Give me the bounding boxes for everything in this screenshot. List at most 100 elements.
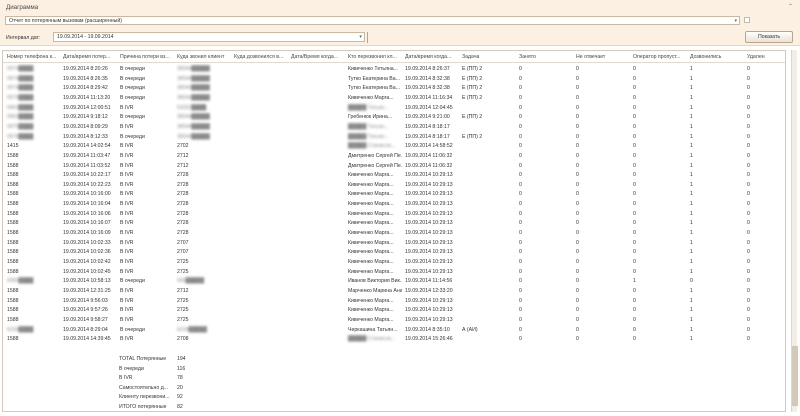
- table-cell: Кивеченко Марга...: [348, 297, 394, 304]
- table-cell: 1: [690, 94, 693, 101]
- table-cell: 19.09.2014 11:03:47: [63, 152, 111, 159]
- table-row[interactable]: 1588 19.09.2014 10:02:45 В IVR 2725 Кивеченк…: [3, 268, 785, 277]
- table-row[interactable]: 0978████ 19.09.2014 8:12:33 В очереди 38044…: [3, 133, 785, 142]
- table-cell: 0: [633, 287, 636, 294]
- report-type-select[interactable]: Отчет по потерянным вызовам (расширенный…: [5, 16, 740, 25]
- table-row[interactable]: 1588 19.09.2014 10:22:17 В IVR 2728 Кивеченк…: [3, 171, 785, 180]
- table-cell: 0: [747, 278, 750, 285]
- table-cell: В IVR: [120, 201, 134, 208]
- table-cell: 1: [690, 326, 693, 333]
- table-row[interactable]: 0974████ 19.09.2014 8:20:26 В очереди 38044…: [3, 65, 785, 74]
- table-cell: 2712: [177, 162, 189, 169]
- table-cell: 0: [633, 336, 636, 343]
- period-field[interactable]: 19.09.2014 - 19.09.2014 ▾: [53, 32, 365, 42]
- table-cell: 2728: [177, 172, 189, 179]
- show-button[interactable]: Показать: [745, 31, 793, 43]
- table-row[interactable]: 1588 19.09.2014 11:03:47 В IVR 2712 Дмитренк…: [3, 152, 785, 161]
- table-cell: 1415: [7, 143, 19, 150]
- table-cell: 19.09.2014 15:26:46: [405, 336, 453, 343]
- table-cell: 38044█████: [177, 85, 210, 92]
- table-row[interactable]: 1588 19.09.2014 12:31:25 В IVR 2712 Марченко…: [3, 287, 785, 296]
- table-row[interactable]: 1588 19.09.2014 10:16:00 В IVR 2728 Кивеченк…: [3, 190, 785, 199]
- table-row[interactable]: 1588 19.09.2014 11:03:52 В IVR 2712 Дмитренк…: [3, 162, 785, 171]
- column-header[interactable]: Не отвечает: [576, 53, 630, 62]
- table-row[interactable]: 1588 19.09.2014 10:16:09 В IVR 2728 Кивеченк…: [3, 229, 785, 238]
- column-header[interactable]: Куда дозвонился в...: [234, 53, 288, 62]
- table-cell: 0: [576, 201, 579, 208]
- table-cell: 0: [519, 85, 522, 92]
- table-cell: 0: [576, 249, 579, 256]
- table-cell: 0990████: [7, 278, 34, 285]
- table-row[interactable]: 0963████ 19.09.2014 9:18:12 В очереди 38044…: [3, 113, 785, 122]
- lost-calls-table: Номер телефона к... Дата/время потер... Пр…: [2, 50, 786, 412]
- table-row[interactable]: 1588 19.09.2014 9:58:27 В IVR 2725 Кивеченко…: [3, 316, 785, 325]
- table-row[interactable]: 0963████ 19.09.2014 12:00:51 В IVR 53262███…: [3, 104, 785, 113]
- table-row[interactable]: 6234████ 19.09.2014 8:29:04 В очереди 6234█…: [3, 326, 785, 335]
- column-header[interactable]: Удален: [747, 53, 777, 62]
- table-row[interactable]: 0974████ 19.09.2014 8:26:35 В очереди 38044…: [3, 75, 785, 84]
- column-header[interactable]: Дата/время когда...: [405, 53, 459, 62]
- table-cell: 0: [519, 191, 522, 198]
- table-row[interactable]: 1588 19.09.2014 10:02:36 В IVR 2707 Кивеченк…: [3, 248, 785, 257]
- table-row[interactable]: 1588 19.09.2014 10:16:04 В IVR 2728 Кивеченк…: [3, 200, 785, 209]
- table-row[interactable]: 1588 19.09.2014 10:16:06 В IVR 2728 Кивеченк…: [3, 210, 785, 219]
- table-row[interactable]: 0979████ 19.09.2014 8:09:29 В IVR 38044████…: [3, 123, 785, 132]
- vertical-scrollbar[interactable]: [791, 50, 798, 412]
- table-cell: 0: [633, 181, 636, 188]
- column-header[interactable]: Дата/время потер...: [63, 53, 117, 62]
- table-cell: 1588: [7, 307, 19, 314]
- table-cell: 0: [747, 162, 750, 169]
- table-cell: 0: [576, 259, 579, 265]
- table-cell: 1: [690, 162, 693, 169]
- table-cell: Черкашина Татьян...: [348, 326, 398, 333]
- table-row[interactable]: 0979████ 19.09.2014 11:13:20 В очереди 3804…: [3, 94, 785, 103]
- column-header[interactable]: Номер телефона к...: [7, 53, 61, 62]
- table-row[interactable]: 1588 19.09.2014 10:16:07 В IVR 2728 Кивеченк…: [3, 219, 785, 228]
- table-cell: В IVR: [120, 316, 134, 323]
- table-cell: Е (ПП) 2: [462, 114, 483, 121]
- table-cell: 1: [690, 259, 693, 265]
- table-cell: 53262████: [177, 104, 207, 111]
- table-cell: 1588: [7, 181, 19, 188]
- table-row[interactable]: 1588 19.09.2014 10:02:42 В IVR 2725 Кивеченк…: [3, 258, 785, 267]
- table-cell: 1588: [7, 239, 19, 246]
- column-header[interactable]: Дата/Время когда...: [291, 53, 345, 62]
- column-header[interactable]: Кто перезвонил кл...: [348, 53, 402, 62]
- column-header[interactable]: Занято: [519, 53, 573, 62]
- table-cell: 0: [747, 191, 750, 198]
- table-cell: Кивеченко Марга...: [348, 230, 394, 237]
- total-label: Клиенту перезвони...: [119, 394, 170, 401]
- table-row[interactable]: 1588 19.09.2014 14:39:45 В IVR 2708 █████ Ст…: [3, 335, 785, 344]
- table-row[interactable]: 1588 19.09.2014 9:57:26 В IVR 2725 Кивеченко…: [3, 306, 785, 315]
- column-header[interactable]: Дозвонились: [690, 53, 740, 62]
- column-header[interactable]: Причина потери вз...: [120, 53, 174, 62]
- table-row[interactable]: 1415 19.09.2014 14:02:54 В IVR 2702 █████ Ст…: [3, 142, 785, 151]
- table-cell: 19.09.2014 10:29:13: [405, 297, 453, 304]
- table-cell: 38044█████: [177, 133, 210, 140]
- chevron-down-icon[interactable]: ▾: [359, 33, 362, 42]
- chevron-down-icon[interactable]: ▾: [734, 17, 737, 25]
- table-cell: 0: [747, 172, 750, 179]
- table-row[interactable]: 1588 19.09.2014 10:02:33 В IVR 2707 Кивеченк…: [3, 239, 785, 248]
- column-header[interactable]: Оператор пропуст...: [633, 53, 687, 62]
- table-row[interactable]: 1588 19.09.2014 9:56:03 В IVR 2725 Кивеченко…: [3, 297, 785, 306]
- collapse-icon[interactable]: ⌃: [788, 3, 793, 10]
- table-cell: 0974████: [7, 85, 34, 92]
- table-row[interactable]: 0974████ 19.09.2014 8:29:42 В очереди 38044…: [3, 84, 785, 93]
- table-cell: 0: [747, 220, 750, 227]
- open-selection-icon[interactable]: [744, 17, 750, 23]
- scrollbar-thumb[interactable]: [792, 346, 798, 406]
- table-cell: 0: [576, 220, 579, 227]
- table-cell: 0: [519, 133, 522, 140]
- table-cell: 19.09.2014 8:09:29: [63, 123, 108, 130]
- table-cell: Кивеченко Марга...: [348, 307, 394, 314]
- table-cell: 0: [519, 326, 522, 333]
- period-divider: [367, 32, 368, 43]
- table-cell: 0: [519, 278, 522, 285]
- column-header[interactable]: Куда звонил клиент: [177, 53, 231, 62]
- table-row[interactable]: 1588 19.09.2014 10:22:23 В IVR 2728 Кивеченк…: [3, 181, 785, 190]
- panel-title: Диаграмма: [6, 4, 39, 11]
- table-cell: 0: [519, 123, 522, 130]
- table-row[interactable]: 0990████ 19.09.2014 10:58:13 В очереди 066█…: [3, 277, 785, 286]
- column-header[interactable]: Задача: [462, 53, 516, 62]
